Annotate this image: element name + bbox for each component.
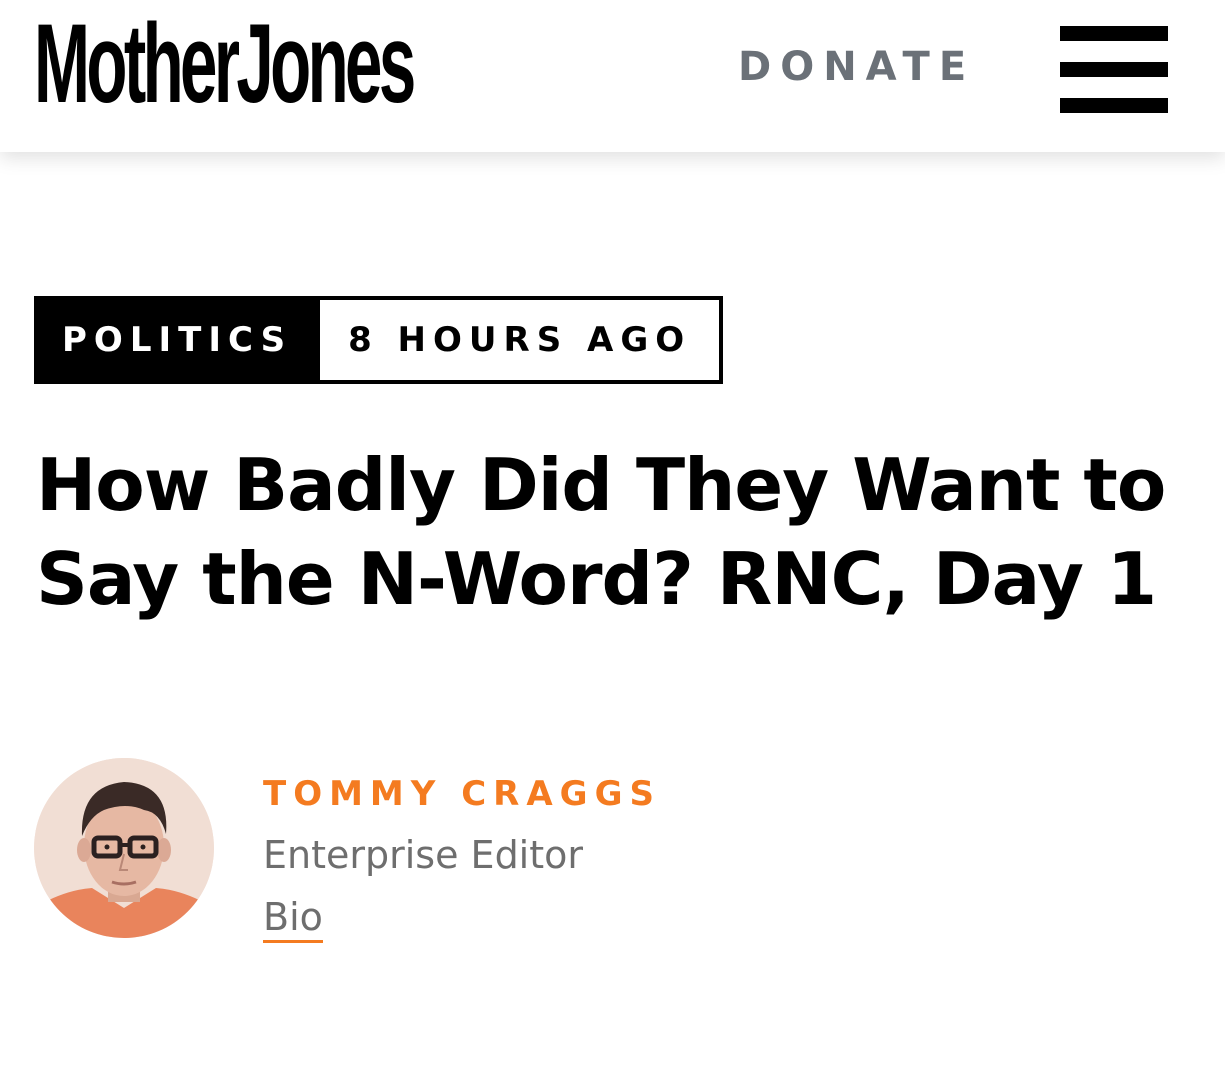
article-headline: How Badly Did They Want to Say the N-Wor… xyxy=(36,443,1166,621)
author-name-link[interactable]: TOMMY CRAGGS xyxy=(263,772,661,816)
author-title: Enterprise Editor xyxy=(263,833,584,877)
menu-bar-top xyxy=(1060,26,1168,41)
bio-link[interactable]: Bio xyxy=(263,894,323,943)
author-photo xyxy=(34,758,214,938)
category-tag[interactable]: POLITICS xyxy=(34,296,321,384)
site-header: MotherJones DONATE xyxy=(0,0,1225,152)
menu-bar-bottom xyxy=(1060,98,1168,113)
site-logo[interactable]: MotherJones xyxy=(34,8,416,120)
donate-link[interactable]: DONATE xyxy=(738,44,975,90)
hamburger-menu-icon[interactable] xyxy=(1060,26,1168,113)
timestamp-tag: 8 HOURS AGO xyxy=(320,296,724,384)
menu-bar-middle xyxy=(1060,62,1168,77)
author-avatar[interactable] xyxy=(34,758,214,938)
article-tags: POLITICS 8 HOURS AGO xyxy=(34,296,724,384)
